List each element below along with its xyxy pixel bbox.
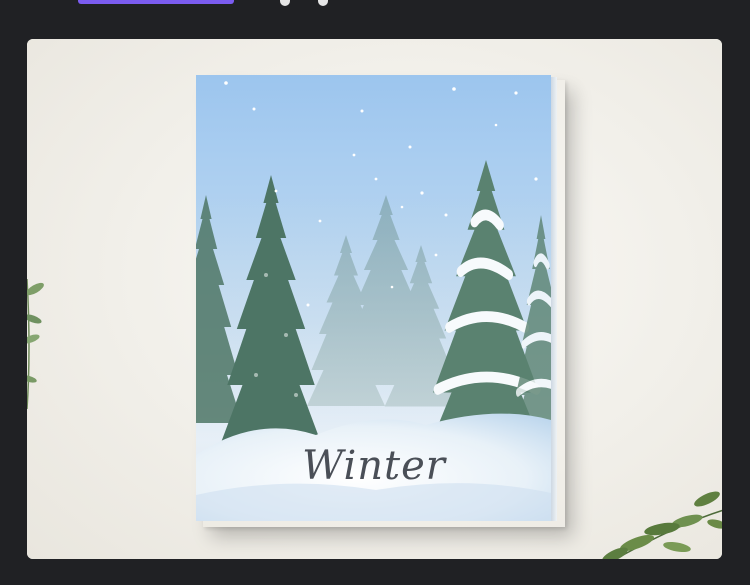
- image-card: Winter: [27, 39, 722, 559]
- title-glyph: [318, 0, 328, 6]
- viewer-frame: Winter: [0, 0, 750, 585]
- winter-canvas: Winter: [196, 75, 551, 521]
- winter-caption: Winter: [302, 443, 446, 489]
- plant-right: [602, 491, 722, 559]
- title-glyph: [280, 0, 290, 6]
- plant-left: [27, 278, 44, 409]
- canvas-side-edge: [551, 77, 557, 521]
- title-bar-accent: [78, 0, 234, 4]
